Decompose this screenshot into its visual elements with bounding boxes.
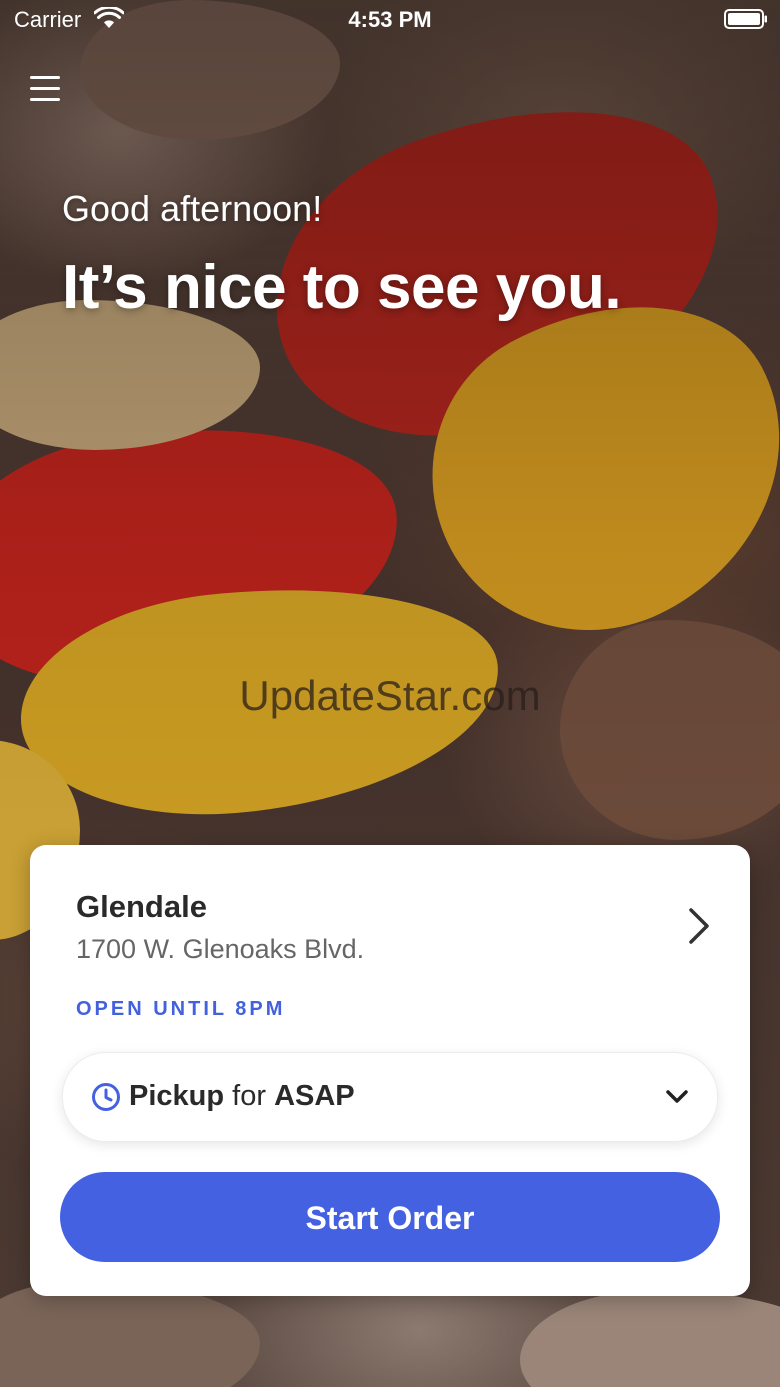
- order-type-label: Pickup for ASAP: [129, 1080, 355, 1113]
- clock-icon: [92, 1083, 120, 1111]
- order-mode: Pickup: [129, 1080, 225, 1112]
- status-bar: Carrier 4:53 PM: [0, 0, 780, 40]
- greeting-text: Good afternoon!: [62, 188, 323, 229]
- order-type-dropdown[interactable]: Pickup for ASAP: [62, 1052, 718, 1142]
- location-address: 1700 W. Glenoaks Blvd.: [76, 934, 365, 964]
- welcome-heading: It’s nice to see you.: [62, 253, 622, 322]
- battery-icon: [724, 9, 767, 29]
- chevron-right-icon: [689, 908, 709, 944]
- chevron-down-icon: [666, 1090, 688, 1103]
- hours-status: OPEN UNTIL 8PM: [76, 998, 286, 1020]
- location-selector[interactable]: Glendale 1700 W. Glenoaks Blvd.: [30, 845, 750, 975]
- watermark: UpdateStar.com: [239, 672, 541, 719]
- order-time: ASAP: [274, 1080, 355, 1112]
- order-connector: for: [232, 1080, 266, 1112]
- hamburger-menu-icon[interactable]: [28, 72, 64, 106]
- order-card: Glendale 1700 W. Glenoaks Blvd. OPEN UNT…: [30, 845, 750, 1296]
- location-name: Glendale: [76, 889, 207, 924]
- status-time: 4:53 PM: [348, 7, 432, 32]
- start-order-button[interactable]: Start Order: [60, 1172, 720, 1262]
